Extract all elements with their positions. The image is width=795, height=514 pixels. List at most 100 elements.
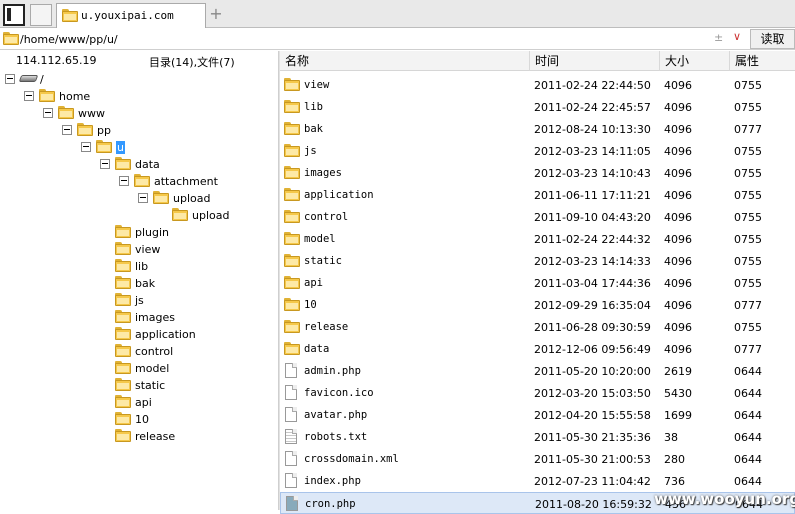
file-size: 4096 xyxy=(664,299,692,312)
file-name: js xyxy=(304,145,317,157)
tree-item-label: model xyxy=(135,362,170,375)
file-name: control xyxy=(304,211,349,223)
tree-item[interactable]: images xyxy=(0,309,278,326)
file-row[interactable]: control 2011-09-10 04:43:20 4096 0755 xyxy=(280,206,795,228)
file-row[interactable]: release 2011-06-28 09:30:59 4096 0755 xyxy=(280,316,795,338)
folder-icon xyxy=(284,342,300,355)
file-row[interactable]: js 2012-03-23 14:11:05 4096 0755 xyxy=(280,140,795,162)
tree-item[interactable]: www xyxy=(0,105,278,122)
folder-icon xyxy=(284,232,300,245)
tree-item[interactable]: upload xyxy=(0,190,278,207)
tree-item[interactable]: 10 xyxy=(0,411,278,428)
file-name: admin.php xyxy=(304,365,361,377)
folder-icon xyxy=(115,259,131,272)
tree-item[interactable]: attachment xyxy=(0,173,278,190)
tree-item[interactable]: static xyxy=(0,377,278,394)
file-attr: 0755 xyxy=(734,189,762,202)
tree-item[interactable]: u xyxy=(0,139,278,156)
chevron-down-icon[interactable]: ∨ xyxy=(733,30,741,43)
file-row[interactable]: bak 2012-08-24 10:13:30 4096 0777 xyxy=(280,118,795,140)
column-name[interactable]: 名称 xyxy=(280,51,530,71)
file-size: 4096 xyxy=(664,343,692,356)
file-size: 1699 xyxy=(664,409,692,422)
file-attr: 0755 xyxy=(734,321,762,334)
column-size[interactable]: 大小 xyxy=(660,51,730,71)
file-time: 2012-08-24 10:13:30 xyxy=(534,123,651,136)
file-row[interactable]: avatar.php 2012-04-20 15:55:58 1699 0644 xyxy=(280,404,795,426)
add-tab-button[interactable]: + xyxy=(207,4,225,24)
file-row[interactable]: api 2011-03-04 17:44:36 4096 0755 xyxy=(280,272,795,294)
read-button[interactable]: 读取 xyxy=(750,29,795,49)
collapse-toggle-icon[interactable] xyxy=(100,159,110,169)
collapse-toggle-icon[interactable] xyxy=(5,74,15,84)
file-row[interactable]: admin.php 2011-05-20 10:20:00 2619 0644 xyxy=(280,360,795,382)
folder-icon xyxy=(284,78,300,91)
file-icon xyxy=(285,473,297,488)
tree-item[interactable]: application xyxy=(0,326,278,343)
panel-toggle-icon[interactable] xyxy=(3,4,25,26)
tree-item[interactable]: upload xyxy=(0,207,278,224)
collapse-toggle-icon[interactable] xyxy=(138,193,148,203)
tree-item[interactable]: release xyxy=(0,428,278,445)
file-row[interactable]: crossdomain.xml 2011-05-30 21:00:53 280 064… xyxy=(280,448,795,470)
column-attr[interactable]: 属性 xyxy=(730,51,795,71)
folder-icon xyxy=(284,254,300,267)
tree-item-label: home xyxy=(59,90,91,103)
file-row[interactable]: images 2012-03-23 14:10:43 4096 0755 xyxy=(280,162,795,184)
file-row[interactable]: static 2012-03-23 14:14:33 4096 0755 xyxy=(280,250,795,272)
file-attr: 0755 xyxy=(734,101,762,114)
tree-item-label: pp xyxy=(97,124,111,137)
file-row[interactable]: robots.txt 2011-05-30 21:35:36 38 0644 xyxy=(280,426,795,448)
folder-icon xyxy=(284,298,300,311)
tree-item[interactable]: plugin xyxy=(0,224,278,241)
collapse-toggle-icon[interactable] xyxy=(62,125,72,135)
file-time: 2012-03-20 15:03:50 xyxy=(534,387,651,400)
file-row[interactable]: view 2011-02-24 22:44:50 4096 0755 xyxy=(280,74,795,96)
file-row[interactable]: application 2011-06-11 17:11:21 4096 0755 xyxy=(280,184,795,206)
file-row[interactable]: favicon.ico 2012-03-20 15:03:50 5430 0644 xyxy=(280,382,795,404)
folder-icon xyxy=(284,100,300,113)
collapse-toggle-icon[interactable] xyxy=(24,91,34,101)
file-row[interactable]: model 2011-02-24 22:44:32 4096 0755 xyxy=(280,228,795,250)
file-time: 2012-03-23 14:11:05 xyxy=(534,145,651,158)
folder-icon xyxy=(172,208,188,221)
file-attr: 0644 xyxy=(734,409,762,422)
tree-item[interactable]: view xyxy=(0,241,278,258)
folder-icon xyxy=(153,191,169,204)
tree-item[interactable]: pp xyxy=(0,122,278,139)
collapse-toggle-icon[interactable] xyxy=(81,142,91,152)
tab-active[interactable]: u.youxipai.com xyxy=(56,3,206,28)
tree-item[interactable]: control xyxy=(0,343,278,360)
file-time: 2012-04-20 15:55:58 xyxy=(534,409,651,422)
file-time: 2011-05-30 21:00:53 xyxy=(534,453,651,466)
tree-item[interactable]: api xyxy=(0,394,278,411)
plusminus-icon[interactable]: ± xyxy=(714,31,723,44)
file-name: robots.txt xyxy=(304,431,368,443)
column-time[interactable]: 时间 xyxy=(530,51,660,71)
tree-item-label: images xyxy=(135,311,175,324)
file-row[interactable]: data 2012-12-06 09:56:49 4096 0777 xyxy=(280,338,795,360)
collapse-toggle-icon[interactable] xyxy=(119,176,129,186)
tree-item[interactable]: lib xyxy=(0,258,278,275)
path-input[interactable] xyxy=(20,31,740,48)
tree-item-label: u xyxy=(116,141,125,154)
tree-item[interactable]: js xyxy=(0,292,278,309)
tree-item[interactable]: model xyxy=(0,360,278,377)
file-attr: 0644 xyxy=(734,387,762,400)
folder-icon xyxy=(58,106,74,119)
file-row[interactable]: 10 2012-09-29 16:35:04 4096 0777 xyxy=(280,294,795,316)
file-list-panel: 名称 时间 大小 属性 view 2011-02-24 22:44:50 4096 0… xyxy=(280,51,795,514)
tree-item[interactable]: home xyxy=(0,88,278,105)
file-row[interactable]: lib 2011-02-24 22:45:57 4096 0755 xyxy=(280,96,795,118)
tree-item-label: upload xyxy=(173,192,211,205)
tree-item[interactable]: bak xyxy=(0,275,278,292)
collapse-toggle-icon[interactable] xyxy=(43,108,53,118)
folder-icon xyxy=(115,344,131,357)
file-row[interactable]: index.php 2012-07-23 11:04:42 736 0644 xyxy=(280,470,795,492)
file-time: 2012-09-29 16:35:04 xyxy=(534,299,651,312)
tree-item[interactable]: / xyxy=(0,71,278,88)
server-ip: 114.112.65.19 xyxy=(16,54,97,67)
tree-item[interactable]: data xyxy=(0,156,278,173)
blank-tab-icon[interactable] xyxy=(30,4,52,26)
folder-icon xyxy=(284,210,300,223)
